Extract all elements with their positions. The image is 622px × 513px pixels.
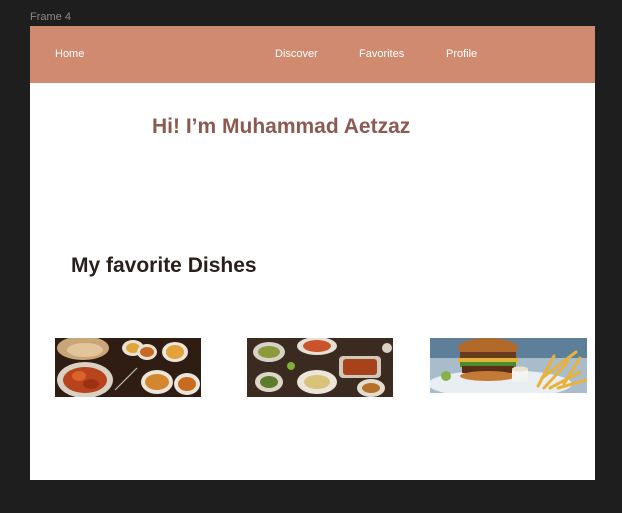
nav-home-link[interactable]: Home bbox=[55, 48, 84, 60]
design-canvas: Frame 4 Home Discover Favorites Profile … bbox=[0, 0, 622, 513]
greeting-heading: Hi! I’m Muhammad Aetzaz bbox=[152, 115, 411, 138]
dish-image-burger bbox=[430, 338, 587, 393]
favorite-dishes-heading: My favorite Dishes bbox=[71, 254, 257, 277]
frame-label[interactable]: Frame 4 bbox=[30, 11, 71, 23]
page-frame: Home Discover Favorites Profile Hi! I’m … bbox=[30, 26, 595, 480]
dish-image-table-spread bbox=[247, 338, 393, 397]
nav-discover-link[interactable]: Discover bbox=[275, 48, 318, 60]
navbar: Home Discover Favorites Profile bbox=[30, 26, 595, 83]
nav-profile-link[interactable]: Profile bbox=[446, 48, 477, 60]
dish-image-curry bbox=[55, 338, 201, 397]
nav-favorites-link[interactable]: Favorites bbox=[359, 48, 404, 60]
